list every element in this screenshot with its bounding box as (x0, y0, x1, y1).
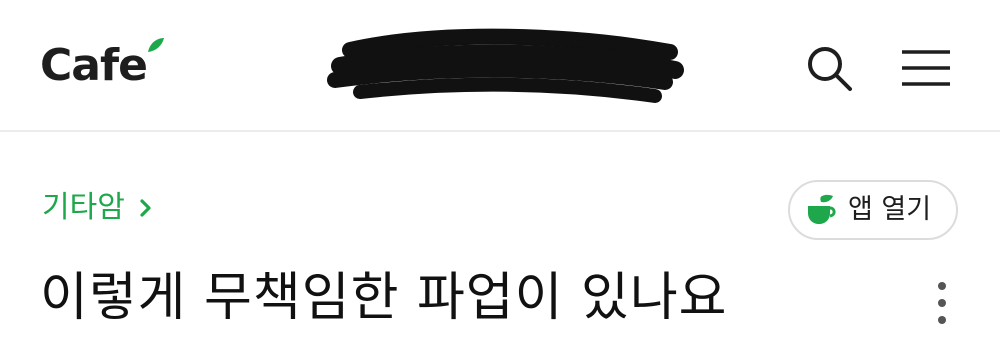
leaf-icon (148, 38, 164, 52)
cafe-logo[interactable]: Cafe (40, 38, 164, 92)
top-header: Cafe (0, 0, 1000, 132)
post-title: 이렇게 무책임한 파업이 있나요 (40, 268, 728, 328)
search-icon (808, 47, 852, 91)
menu-button[interactable] (898, 40, 954, 96)
board-link[interactable]: 기타암 (42, 188, 153, 228)
search-button[interactable] (802, 40, 858, 96)
chevron-right-icon (140, 199, 151, 217)
more-options-button[interactable] (922, 278, 962, 328)
open-app-button[interactable]: 앱 열기 (788, 180, 958, 240)
board-name: 기타암 (42, 190, 125, 225)
logo-text: Cafe (40, 40, 148, 91)
redacted-cafe-name (327, 28, 684, 103)
more-vertical-icon (938, 282, 946, 324)
cafe-cup-icon (808, 194, 836, 224)
hamburger-menu-icon (902, 50, 950, 86)
open-app-label: 앱 열기 (848, 194, 932, 225)
